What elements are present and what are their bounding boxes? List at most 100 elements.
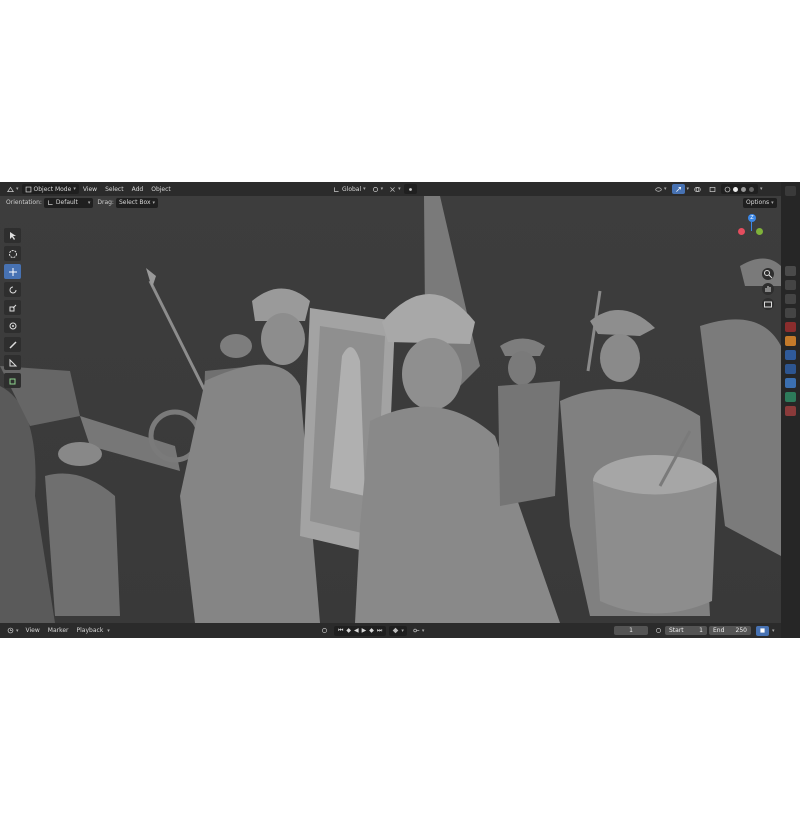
mode-dropdown[interactable]: Object Mode ▾	[21, 184, 79, 194]
shading-wire-icon[interactable]	[724, 186, 731, 193]
tool-select-box[interactable]	[4, 228, 21, 243]
start-frame-value: 1	[699, 627, 703, 634]
output-tab[interactable]	[785, 280, 796, 290]
zoom-button[interactable]	[762, 268, 774, 280]
autokey-toggle[interactable]	[318, 626, 331, 636]
keying-toggle[interactable]: ▾	[389, 625, 407, 636]
gizmo-y-axis[interactable]	[756, 228, 763, 235]
prev-keyframe-icon[interactable]: ◆	[346, 627, 351, 634]
3d-viewport[interactable]: Z	[0, 196, 781, 623]
transport-buttons: ⏮ ◆ ◀ ▶ ◆ ⏭	[334, 625, 387, 636]
viewport-header: ▾ Object Mode ▾ View Select Add Object Gl…	[0, 182, 800, 196]
menu-add[interactable]: Add	[128, 184, 148, 194]
options-dropdown[interactable]: Options ▾	[743, 197, 777, 208]
timeline-menu-marker[interactable]: Marker	[44, 626, 73, 636]
snap-toggle[interactable]: ▾	[386, 184, 404, 194]
orientation-setting-value: Default	[55, 199, 78, 206]
hand-icon	[765, 286, 771, 292]
visibility-dropdown[interactable]: ▾	[652, 184, 670, 194]
menu-object[interactable]: Object	[147, 184, 175, 194]
shading-modes	[721, 184, 759, 194]
xray-icon	[709, 186, 716, 192]
pivot-dropdown[interactable]: ▾	[369, 184, 387, 194]
tool-annotate[interactable]	[4, 337, 21, 352]
physics-tab[interactable]	[785, 378, 796, 388]
nav-buttons	[762, 268, 776, 313]
tool-rotate[interactable]	[4, 282, 21, 297]
tool-transform[interactable]	[4, 318, 21, 333]
cursor-3d-icon	[8, 249, 17, 258]
navigation-gizmo[interactable]: Z	[730, 214, 770, 254]
jump-end-icon[interactable]: ⏭	[377, 627, 382, 635]
view-layer-tab[interactable]	[785, 294, 796, 304]
timeline-header: ▾ View Marker Playback ▾ ⏮ ◆ ◀ ▶ ◆ ⏭ ▾ ▾ …	[0, 623, 781, 638]
object-mode-icon	[25, 186, 31, 192]
timeline-view-toggle[interactable]	[756, 625, 769, 636]
transform-icon	[9, 322, 16, 329]
timeline-menu-playback[interactable]: Playback	[73, 626, 108, 636]
timeline-menu-view[interactable]: View	[22, 626, 44, 636]
menu-select[interactable]: Select	[101, 184, 128, 194]
gizmo-z-axis[interactable]: Z	[748, 214, 756, 222]
start-frame-field[interactable]: Start 1	[665, 626, 707, 635]
xray-toggle[interactable]	[706, 184, 719, 194]
drag-setting-dropdown[interactable]: Select Box ▾	[115, 197, 159, 208]
tool-tab[interactable]	[785, 186, 796, 196]
axes-icon	[47, 200, 53, 205]
current-frame-field[interactable]: 1	[614, 626, 648, 635]
particles-tab[interactable]	[785, 364, 796, 374]
next-keyframe-icon[interactable]: ◆	[369, 627, 374, 634]
tool-measure[interactable]	[4, 355, 21, 370]
clock-icon	[7, 627, 14, 634]
playback-controls: ⏮ ◆ ◀ ▶ ◆ ⏭ ▾ ▾	[318, 625, 428, 636]
pan-button[interactable]	[762, 283, 774, 295]
orientation-setting-dropdown[interactable]: Default ▾	[43, 197, 94, 208]
properties-sidebar	[781, 182, 800, 638]
snap-icon	[390, 186, 396, 192]
tool-shelf	[4, 228, 24, 391]
render-tab[interactable]	[785, 266, 796, 276]
menu-view[interactable]: View	[79, 184, 101, 194]
tool-cursor[interactable]	[4, 246, 21, 261]
editor-type-button[interactable]: ▾	[4, 184, 22, 194]
blender-window: ▾ Object Mode ▾ View Select Add Object Gl…	[0, 182, 800, 638]
modifier-tab[interactable]	[785, 350, 796, 360]
play-icon[interactable]: ▶	[362, 627, 367, 634]
end-frame-field[interactable]: End 250	[709, 626, 751, 635]
scene-tab[interactable]	[785, 308, 796, 318]
tool-move[interactable]	[4, 264, 21, 279]
select-cursor-icon	[9, 231, 16, 240]
world-tab[interactable]	[785, 322, 796, 332]
shading-solid-icon[interactable]	[732, 186, 739, 193]
tool-scale[interactable]	[4, 300, 21, 315]
shading-render-icon[interactable]	[748, 186, 755, 193]
move-icon	[8, 267, 17, 276]
tool-settings-bar: Orientation: Default ▾ Drag: Select Box ▾…	[0, 196, 780, 209]
key-icon	[413, 628, 420, 633]
scene-render	[0, 196, 781, 623]
gizmo-toggle[interactable]	[671, 184, 685, 194]
overlay-toggle[interactable]	[691, 184, 704, 194]
shading-material-icon[interactable]	[740, 186, 747, 193]
add-cube-icon	[9, 378, 15, 384]
proportional-icon	[408, 187, 412, 191]
constraints-tab[interactable]	[785, 392, 796, 402]
drag-setting-label: Drag:	[97, 199, 114, 206]
start-frame-label: Start	[669, 627, 684, 634]
material-tab[interactable]	[785, 406, 796, 416]
tool-add-cube[interactable]	[4, 373, 21, 388]
keying-set-button[interactable]: ▾	[410, 626, 428, 636]
timeline-editor-type[interactable]: ▾	[4, 626, 22, 636]
jump-start-icon[interactable]: ⏮	[338, 627, 343, 635]
proportional-edit-toggle[interactable]	[403, 184, 417, 194]
editor-type-icon	[7, 186, 14, 192]
camera-view-button[interactable]	[762, 298, 774, 310]
play-reverse-icon[interactable]: ◀	[354, 627, 359, 634]
preview-range-toggle[interactable]	[652, 626, 665, 636]
gizmo-x-axis[interactable]	[738, 228, 745, 235]
orientation-dropdown[interactable]: Global ▾	[330, 184, 369, 194]
record-icon	[322, 628, 327, 633]
current-frame-value: 1	[629, 627, 633, 634]
object-tab[interactable]	[785, 336, 796, 346]
zoom-icon	[764, 270, 773, 279]
